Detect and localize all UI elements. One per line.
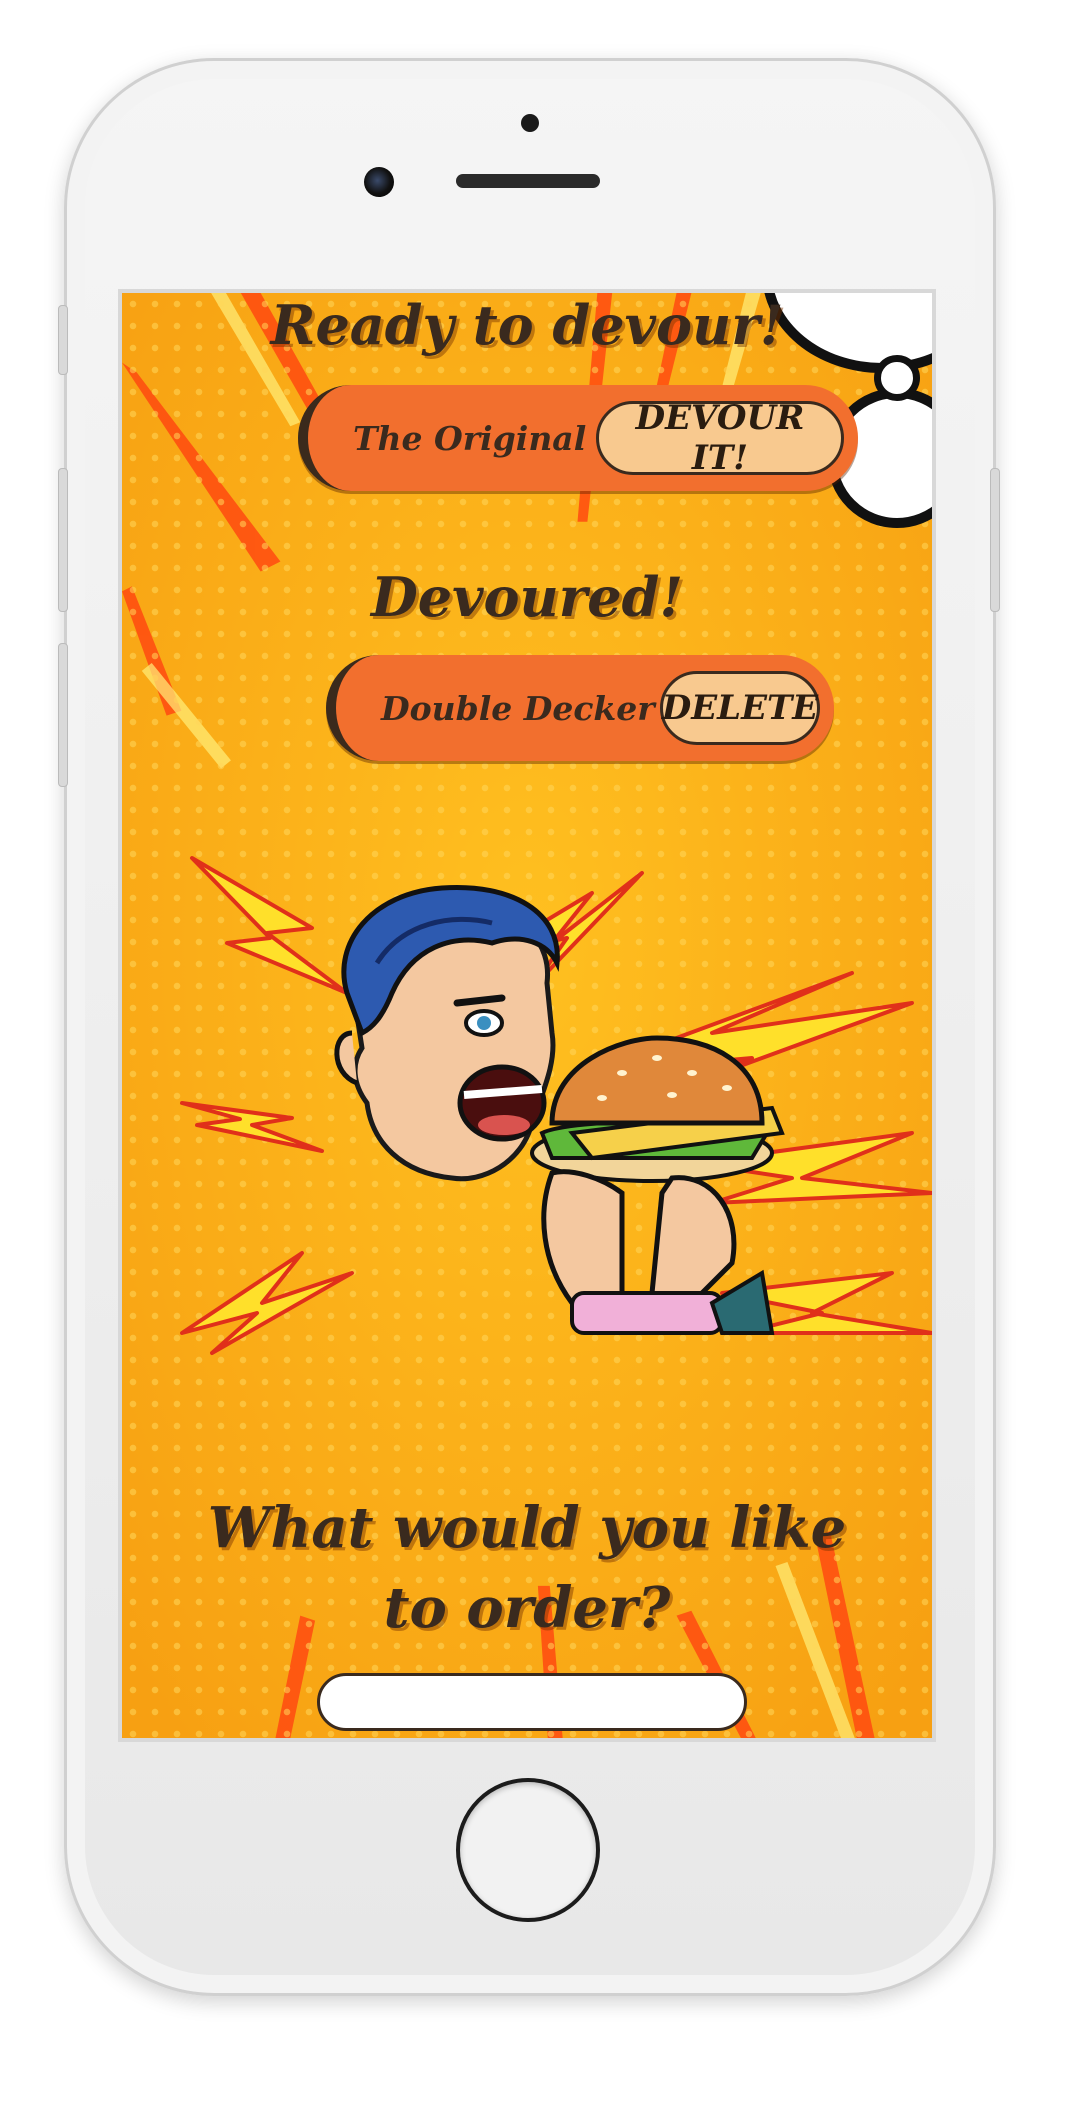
volume-up-button — [58, 468, 68, 612]
delete-button[interactable]: DELETE — [660, 671, 820, 745]
app-screen: Ready to devour! The Original DEVOUR IT!… — [118, 289, 936, 1742]
burger-item-ready: The Original DEVOUR IT! — [298, 385, 858, 491]
burger-name-input[interactable] — [317, 1673, 747, 1731]
burger-name: Double Decker — [381, 688, 655, 728]
earpiece-speaker — [456, 174, 600, 188]
proximity-sensor — [521, 114, 539, 132]
power-button — [990, 468, 1000, 612]
devoured-heading: Devoured! — [370, 565, 684, 629]
home-button[interactable] — [456, 1778, 600, 1922]
mute-switch — [58, 305, 68, 375]
burger-name: The Original — [353, 418, 587, 458]
order-prompt: What would you like to order? — [207, 1495, 847, 1641]
man-head — [334, 884, 560, 1182]
devour-button[interactable]: DEVOUR IT! — [596, 398, 844, 478]
front-camera — [364, 167, 394, 197]
volume-down-button — [58, 643, 68, 787]
ready-heading: Ready to devour! — [270, 293, 784, 357]
comic-bubble-small — [874, 355, 920, 401]
man-eating-burger-illustration — [180, 856, 932, 1355]
burger-item-devoured: Double Decker DELETE — [326, 655, 834, 761]
